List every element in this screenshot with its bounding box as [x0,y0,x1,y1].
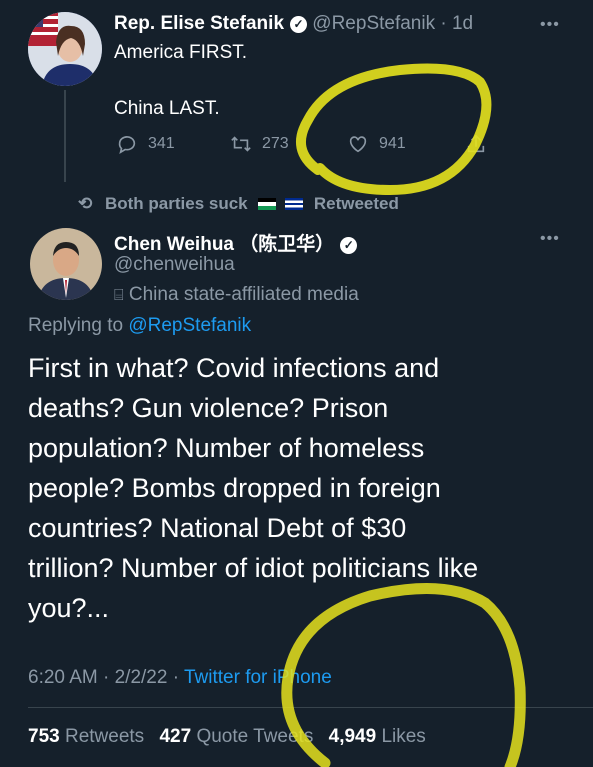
tweet2-body-line: countries? National Debt of $30 [28,513,407,543]
state-media-text: China state-affiliated media [128,284,359,305]
flag-icon [258,198,277,210]
tweet2-timestamp[interactable]: 6:20 AM · 2/2/22 · [28,667,179,688]
tweet2-body-line: population? Number of homeless [28,433,425,463]
tweet2-body-line: First in what? Covid infections and [28,353,440,383]
media-badge-icon: ⌸ [114,287,124,304]
state-media-label[interactable]: ⌸ China state-affiliated media [114,284,359,306]
tweet2-body-line: people? Bombs dropped in foreign [28,473,441,503]
flag-icon [285,198,304,210]
retweeter-name: Both parties suck [104,194,248,213]
tweet2-author-name[interactable]: Chen Weihua （陈卫华） [114,234,334,255]
quotes-count: 427 [159,726,192,747]
reply-button[interactable]: 341 [116,133,175,155]
more-icon[interactable]: ••• [540,16,560,34]
retweet-count: 273 [262,135,289,152]
tweet1-text-line1: America FIRST. [114,42,248,63]
tweet1-handle[interactable]: @RepStefanik [312,13,435,34]
retweet-banner-icon: ⟲ [78,194,93,213]
tweet1-header: Rep. Elise Stefanik ✓ @RepStefanik · 1d [114,13,473,35]
retweet-button[interactable]: 273 [230,133,289,155]
retweet-banner[interactable]: ⟲ Both parties suck Retweeted [78,194,399,214]
reply-icon [118,136,136,154]
highlight-circle-top [295,63,492,196]
replying-handle-link[interactable]: @RepStefanik [128,315,251,336]
tweet2-handle[interactable]: @chenweihua [114,254,235,276]
stefanik-avatar-image [28,12,102,86]
chen-avatar-image [30,228,102,300]
tweet1-text-line2: China LAST. [114,98,220,119]
retweets-stat[interactable]: 753 Retweets [28,726,144,747]
replying-to: Replying to @RepStefanik [28,315,251,337]
reply-count: 341 [148,135,175,152]
stefanik-avatar[interactable] [28,12,102,86]
verified-icon: ✓ [340,237,358,254]
thread-line [64,90,66,182]
replying-label: Replying to [28,315,129,336]
more-icon[interactable]: ••• [540,230,560,248]
highlight-circle-bottom [281,582,526,767]
retweeted-label: Retweeted [313,194,399,213]
tweet1-time[interactable]: · 1d [440,13,473,34]
tweet2-body-line: deaths? Gun violence? Prison [28,393,389,423]
verified-icon: ✓ [290,16,308,33]
retweet-icon [231,136,251,152]
retweets-label: Retweets [64,726,145,747]
tweet2-header: Chen Weihua （陈卫华） ✓ [114,229,358,256]
chen-avatar[interactable] [30,228,102,300]
retweets-count: 753 [28,726,60,747]
tweet1-author-name[interactable]: Rep. Elise Stefanik [114,13,284,34]
